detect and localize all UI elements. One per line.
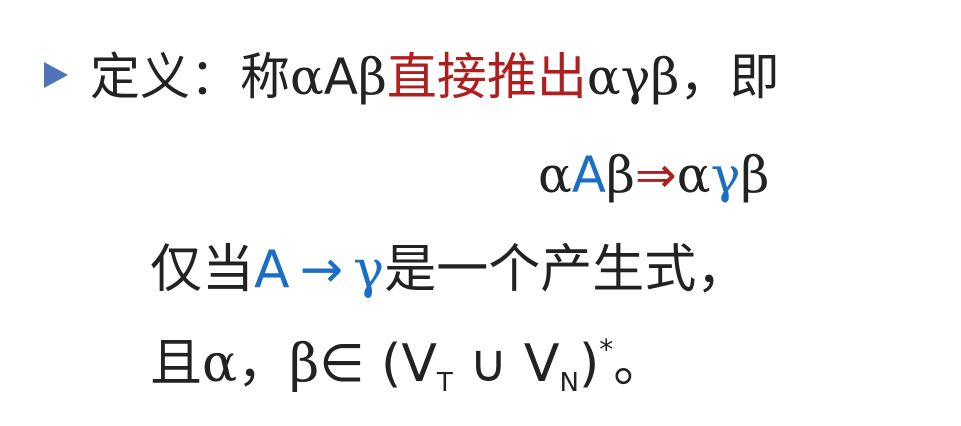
formula-beta: β [605,146,635,204]
condition2-lead: 且 [150,334,203,394]
set-open: (V [381,334,437,394]
kleene-star: * [599,333,614,366]
subscript-n: N [559,368,579,398]
production-rhs: γ [353,240,385,300]
derive-arrow: ⇒ [634,146,677,204]
condition-production: 仅当A → γ是一个产生式， [150,244,748,296]
definition-lead: 定义：称 [90,48,290,106]
condition-membership: 且α，β∈ (VT ∪ VN)*。 [150,333,666,398]
triangle-right-icon [44,62,68,88]
member-alpha: α [202,334,238,394]
formula-alpha2: α [676,146,711,204]
formula-beta2: β [740,146,770,204]
formula-gamma: γ [710,146,741,204]
condition1-lead: 仅当 [150,240,255,300]
symbol-alpha: α [290,48,324,106]
condition1-tail: 是一个产生式， [384,240,749,300]
subscript-t: T [436,368,453,398]
member-separator: ， [237,334,290,394]
symbol-beta: β [357,48,387,106]
formula-alpha: α [538,146,572,204]
derived-string: αγβ [586,48,680,106]
set-close: ) [578,334,600,394]
member-beta: β [289,334,320,394]
union-symbol: ∪ V [452,334,560,394]
definition-tail: ，即 [679,48,780,106]
direct-derive-term: 直接推出 [386,48,587,106]
definition-line: 定义：称αAβ直接推出αγβ，即 [44,52,779,102]
formula-a: A [571,146,606,204]
derivation-formula: αAβ⇒αγβ [538,150,769,200]
production-arrow: → [299,240,344,300]
element-of-symbol: ∈ [319,334,365,394]
symbol-a: A [323,48,358,106]
end-mark: 。 [613,334,666,394]
production-lhs: A [254,240,290,300]
